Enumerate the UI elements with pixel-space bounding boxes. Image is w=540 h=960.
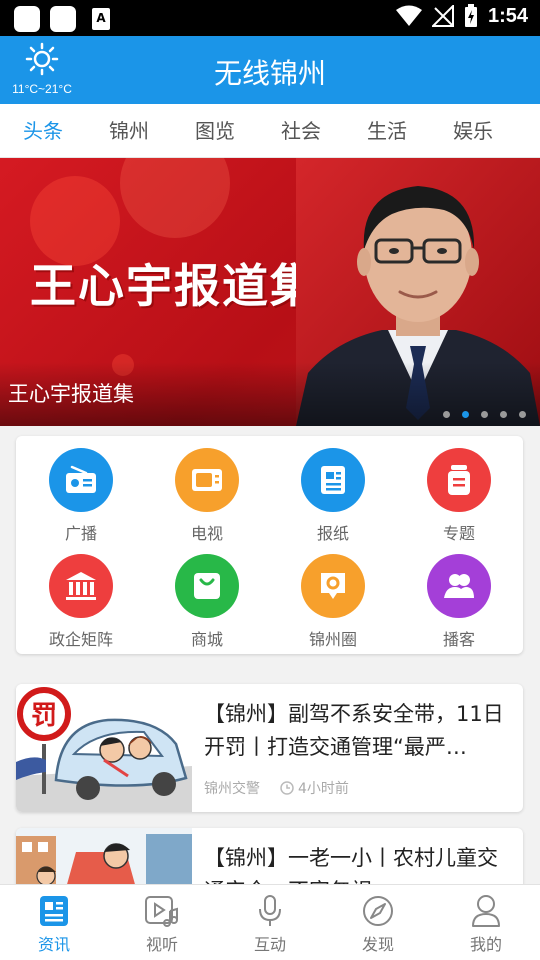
service-mall[interactable]: 商城 — [144, 554, 270, 650]
carousel-dot[interactable] — [443, 411, 450, 418]
news-card[interactable]: 罚 【锦州】副驾不系安全带，11日开罚丨打造交通管理“最严… 锦州交警 4小时前 — [16, 684, 523, 812]
nav-profile[interactable]: 我的 — [432, 885, 540, 960]
location-chat-icon — [301, 554, 365, 618]
service-label: 播客 — [442, 630, 475, 649]
banner-headline: 王心宇报道集 — [30, 259, 318, 313]
nav-news[interactable]: 资讯 — [0, 885, 108, 960]
carousel-dot[interactable] — [462, 411, 469, 418]
service-newspaper[interactable]: 报纸 — [270, 448, 396, 544]
app-header: 11°C~21°C 无线锦州 — [0, 36, 540, 104]
service-label: 广播 — [64, 524, 97, 543]
service-grid: 广播 电视 报纸 专题 政企矩阵 商城 锦州圈 播客 — [16, 436, 523, 654]
news-thumbnail: 罚 — [16, 684, 192, 812]
wifi-icon — [395, 5, 422, 26]
service-label: 电视 — [190, 524, 223, 543]
carousel-dot[interactable] — [519, 411, 526, 418]
service-topic[interactable]: 专题 — [396, 448, 522, 544]
podcast-icon — [427, 554, 491, 618]
tab-life[interactable]: 生活 — [344, 104, 430, 157]
service-government[interactable]: 政企矩阵 — [18, 554, 144, 650]
nav-media[interactable]: 视听 — [108, 885, 216, 960]
notification-icon — [50, 6, 76, 32]
category-tabs: 头条 锦州 图览 社会 生活 娱乐 — [0, 104, 540, 158]
app-title: 无线锦州 — [213, 57, 326, 90]
news-source: 锦州交警 — [204, 781, 260, 797]
service-label: 锦州圈 — [308, 630, 357, 649]
banner-carousel[interactable]: 王心宇报道集 王心宇报道集 — [0, 158, 540, 426]
tab-society[interactable]: 社会 — [258, 104, 344, 157]
tab-entertainment[interactable]: 娱乐 — [430, 104, 516, 157]
nav-label: 视听 — [145, 935, 178, 954]
service-podcast[interactable]: 播客 — [396, 554, 522, 650]
nav-label: 我的 — [469, 935, 502, 954]
clock-icon — [280, 781, 294, 795]
government-icon — [49, 554, 113, 618]
service-label: 政企矩阵 — [48, 630, 113, 649]
news-meta: 锦州交警 4小时前 — [204, 778, 349, 798]
service-label: 报纸 — [316, 524, 349, 543]
carousel-dot[interactable] — [481, 411, 488, 418]
tv-icon — [175, 448, 239, 512]
tab-jinzhou[interactable]: 锦州 — [86, 104, 172, 157]
radio-icon — [49, 448, 113, 512]
app-screen: A 1:54 11°C~21°C 无线锦州 头条 锦州 图览 社会 生活 娱乐 … — [0, 0, 540, 960]
service-label: 商城 — [190, 630, 223, 649]
battery-charging-icon — [464, 4, 477, 27]
newspaper-icon — [301, 448, 365, 512]
clock: 1:54 — [487, 4, 528, 27]
nav-label: 资讯 — [37, 935, 70, 954]
status-bar: A 1:54 — [0, 0, 540, 36]
carousel-dot[interactable] — [500, 411, 507, 418]
nav-label: 发现 — [361, 935, 394, 954]
notification-icon — [14, 6, 40, 32]
compass-icon — [324, 893, 432, 929]
news-icon — [0, 893, 108, 929]
service-jinzhou-circle[interactable]: 锦州圈 — [270, 554, 396, 650]
nav-discover[interactable]: 发现 — [324, 885, 432, 960]
no-signal-icon — [431, 5, 454, 27]
banner-caption: 王心宇报道集 — [8, 382, 134, 406]
nav-interact[interactable]: 互动 — [216, 885, 324, 960]
service-tv[interactable]: 电视 — [144, 448, 270, 544]
carousel-indicator — [443, 411, 526, 418]
tab-headlines[interactable]: 头条 — [0, 104, 86, 157]
penalty-sign-text: 罚 — [31, 701, 57, 731]
service-radio[interactable]: 广播 — [18, 448, 144, 544]
video-music-icon — [108, 893, 216, 929]
user-icon — [432, 893, 540, 929]
nav-label: 互动 — [253, 935, 286, 954]
service-label: 专题 — [442, 524, 475, 543]
news-title: 【锦州】副驾不系安全带，11日开罚丨打造交通管理“最严… — [204, 702, 504, 759]
news-time-text: 4小时前 — [298, 781, 349, 797]
news-time: 4小时前 — [280, 778, 349, 798]
microphone-icon — [216, 893, 324, 929]
tab-gallery[interactable]: 图览 — [172, 104, 258, 157]
shopping-bag-icon — [175, 554, 239, 618]
accessibility-icon: A — [92, 8, 110, 30]
bottom-navigation: 资讯 视听 互动 发现 我的 — [0, 884, 540, 960]
topic-icon — [427, 448, 491, 512]
